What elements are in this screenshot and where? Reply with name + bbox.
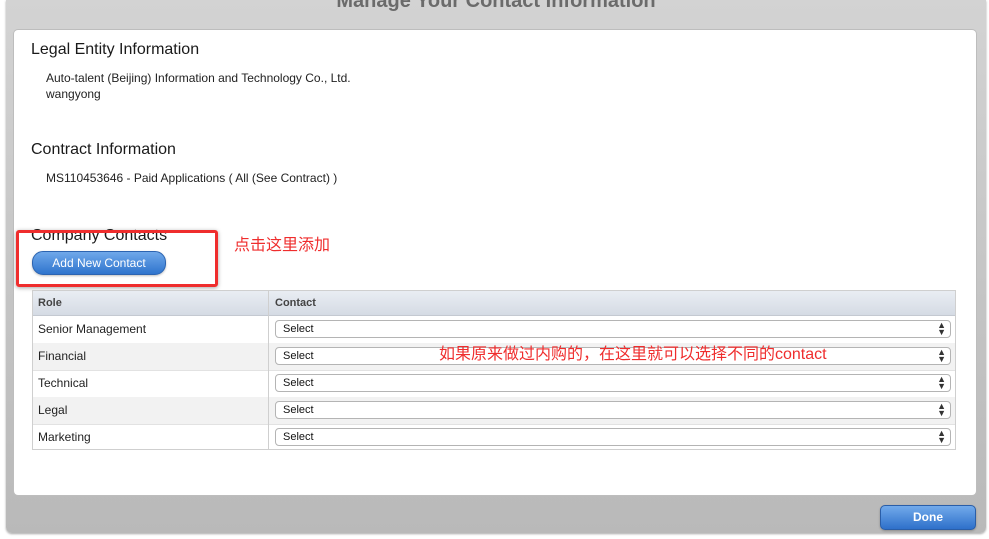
legal-entity-user: wangyong [46,87,101,101]
legal-entity-name: Auto-talent (Beijing) Information and Te… [46,71,351,85]
chevron-updown-icon: ▲ ▼ [937,428,946,445]
role-cell: Legal [38,403,68,417]
contact-select-marketing[interactable]: Select ▲ ▼ [275,428,951,446]
column-header-contact: Contact [275,297,316,309]
company-contacts-table: Role Contact Senior Management Select ▲ ▼… [32,290,956,450]
select-value: Select [283,350,314,362]
select-value: Select [283,377,314,389]
contact-select-senior-management[interactable]: Select ▲ ▼ [275,320,951,338]
content-panel: Legal Entity Information Auto-talent (Be… [14,30,976,495]
table-row: Marketing Select ▲ ▼ [33,424,955,451]
contract-heading: Contract Information [31,141,176,158]
role-cell: Financial [38,349,87,363]
table-row: Legal Select ▲ ▼ [33,397,955,425]
role-cell: Technical [38,376,89,390]
table-header: Role Contact [33,291,955,316]
dialog-title: Manage Your Contact Information [336,0,656,12]
select-value: Select [283,404,314,416]
chevron-updown-icon: ▲ ▼ [937,347,946,364]
legal-entity-heading: Legal Entity Information [31,41,200,58]
role-cell: Marketing [38,430,91,444]
chevron-updown-icon: ▲ ▼ [937,374,946,391]
contract-line: MS110453646 - Paid Applications ( All (S… [46,171,338,185]
annotation-select-hint: 如果原来做过内购的，在这里就可以选择不同的contact [439,346,827,363]
chevron-updown-icon: ▲ ▼ [937,320,946,337]
column-divider [268,291,269,449]
contact-select-technical[interactable]: Select ▲ ▼ [275,374,951,392]
column-header-role: Role [38,297,62,309]
annotation-highlight-box [16,230,218,287]
chevron-updown-icon: ▲ ▼ [937,401,946,418]
contact-select-legal[interactable]: Select ▲ ▼ [275,401,951,419]
select-value: Select [283,323,314,335]
done-button[interactable]: Done [880,505,976,530]
role-cell: Senior Management [38,322,147,336]
annotation-add-hint: 点击这里添加 [234,237,331,254]
dialog-window: Manage Your Contact Information Legal En… [6,0,986,533]
table-row: Technical Select ▲ ▼ [33,370,955,398]
select-value: Select [283,431,314,443]
